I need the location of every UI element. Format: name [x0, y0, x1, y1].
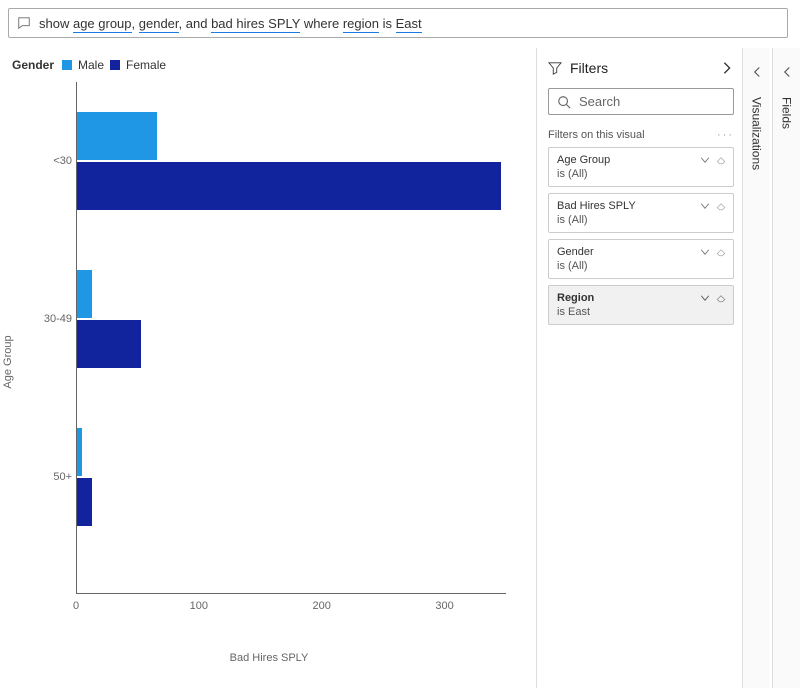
filter-icon — [548, 61, 562, 75]
eraser-icon[interactable] — [715, 154, 727, 166]
chat-icon — [17, 16, 31, 30]
legend: Gender Male Female — [12, 58, 532, 72]
search-icon — [557, 95, 571, 109]
y-axis-title: Age Group — [2, 335, 14, 388]
filter-state: is (All) — [557, 168, 725, 180]
more-icon[interactable]: ··· — [717, 129, 734, 141]
x-tick-label: 200 — [313, 600, 331, 612]
filters-section-header: Filters on this visual ··· — [548, 129, 734, 141]
filter-state: is (All) — [557, 260, 725, 272]
legend-swatch-male — [62, 60, 72, 70]
x-tick-label: 300 — [435, 600, 453, 612]
filters-pane: Filters Search Filters on this visual ··… — [548, 60, 734, 331]
filters-title: Filters — [570, 60, 712, 76]
chevron-left-icon — [751, 66, 763, 78]
eraser-icon[interactable] — [715, 200, 727, 212]
chevron-down-icon[interactable] — [699, 200, 711, 212]
y-tick-label: 30-49 — [24, 313, 72, 325]
filter-card-age-group[interactable]: Age Group is (All) — [548, 147, 734, 187]
chart: Age Group <3030-4950+0100200300 Bad Hire… — [14, 82, 524, 642]
y-tick-label: <30 — [24, 155, 72, 167]
pane-label: Visualizations — [750, 97, 764, 170]
legend-swatch-female — [110, 60, 120, 70]
x-axis-line — [76, 593, 506, 594]
x-axis-title: Bad Hires SPLY — [14, 652, 524, 664]
pane-divider — [536, 48, 537, 688]
bar-male[interactable] — [77, 428, 82, 476]
visualizations-pane-collapsed[interactable]: Visualizations — [742, 48, 770, 688]
chevron-down-icon[interactable] — [699, 154, 711, 166]
legend-label-female: Female — [126, 58, 166, 72]
y-tick-label: 50+ — [24, 471, 72, 483]
filter-state: is East — [557, 306, 725, 318]
eraser-icon[interactable] — [715, 292, 727, 304]
x-tick-label: 100 — [190, 600, 208, 612]
fields-pane-collapsed[interactable]: Fields — [772, 48, 800, 688]
filter-card-gender[interactable]: Gender is (All) — [548, 239, 734, 279]
filter-card-bad-hires-sply[interactable]: Bad Hires SPLY is (All) — [548, 193, 734, 233]
x-tick-label: 0 — [73, 600, 79, 612]
chevron-right-icon[interactable] — [720, 61, 734, 75]
bar-female[interactable] — [77, 162, 501, 210]
plot-area: <3030-4950+0100200300 — [76, 82, 506, 594]
filter-card-region[interactable]: Region is East — [548, 285, 734, 325]
bar-female[interactable] — [77, 320, 141, 368]
chevron-down-icon[interactable] — [699, 292, 711, 304]
chevron-down-icon[interactable] — [699, 246, 711, 258]
search-placeholder: Search — [579, 94, 620, 109]
visual-area: Gender Male Female Age Group <3030-4950+… — [8, 46, 532, 686]
legend-label-male: Male — [78, 58, 104, 72]
legend-title: Gender — [12, 58, 54, 72]
qna-input[interactable]: show age group, gender, and bad hires SP… — [8, 8, 788, 38]
qna-text: show age group, gender, and bad hires SP… — [39, 16, 422, 31]
bar-female[interactable] — [77, 478, 92, 526]
eraser-icon[interactable] — [715, 246, 727, 258]
chevron-left-icon — [781, 66, 793, 78]
filter-state: is (All) — [557, 214, 725, 226]
bar-male[interactable] — [77, 112, 157, 160]
filters-search[interactable]: Search — [548, 88, 734, 115]
pane-label: Fields — [780, 97, 794, 129]
bar-male[interactable] — [77, 270, 92, 318]
filters-header: Filters — [548, 60, 734, 76]
